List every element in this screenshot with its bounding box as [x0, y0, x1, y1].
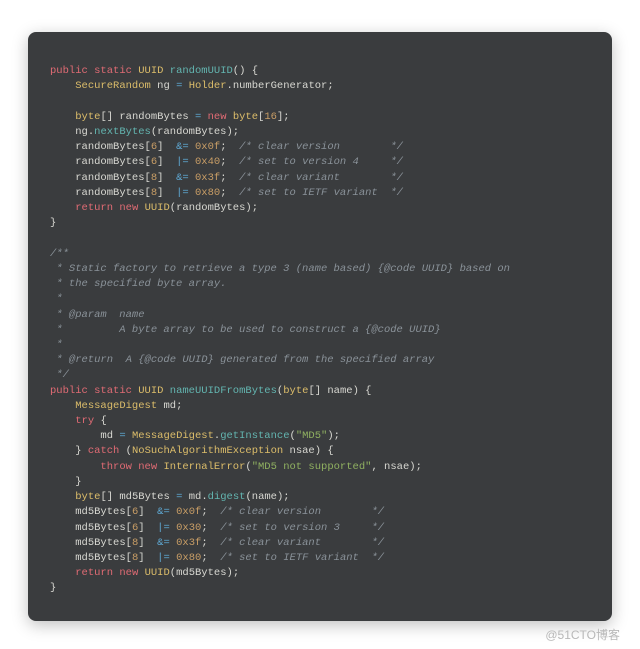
comment: /** [50, 248, 69, 260]
type: byte [75, 491, 100, 503]
type: byte [233, 111, 258, 123]
comment: /* set to IETF variant */ [239, 187, 403, 199]
keyword: static [94, 65, 132, 77]
identifier: nsae [290, 445, 315, 457]
number: 0x40 [195, 156, 220, 168]
identifier: randomBytes [75, 141, 144, 153]
comment: /* set to version 3 */ [220, 522, 384, 534]
identifier: randomBytes [75, 156, 144, 168]
number: 0x80 [195, 187, 220, 199]
identifier: md [189, 491, 202, 503]
code-panel: public static UUID randomUUID() { Secure… [28, 32, 612, 621]
type: UUID [138, 385, 163, 397]
identifier: md5Bytes [75, 552, 125, 564]
method-name: randomUUID [170, 65, 233, 77]
comment: * @return A {@code UUID} generated from … [50, 354, 434, 366]
type: InternalError [163, 461, 245, 473]
comment: /* clear variant */ [220, 537, 384, 549]
comment: /* clear version */ [220, 506, 384, 518]
type: NoSuchAlgorithmException [132, 445, 283, 457]
code-block: public static UUID randomUUID() { Secure… [50, 64, 590, 597]
type: SecureRandom [75, 80, 151, 92]
comment: * [50, 339, 63, 351]
identifier: ng [157, 80, 170, 92]
comment: /* clear variant */ [239, 172, 403, 184]
keyword: new [119, 202, 138, 214]
keyword: try [75, 415, 94, 427]
keyword: return [75, 202, 113, 214]
number: 0x30 [176, 522, 201, 534]
identifier: md5Bytes [176, 567, 226, 579]
comment: * @param name [50, 309, 145, 321]
comment: /* clear version */ [239, 141, 403, 153]
comment: * A byte array to be used to construct a… [50, 324, 441, 336]
comment: /* set to version 4 */ [239, 156, 403, 168]
identifier: randomBytes [75, 187, 144, 199]
number: 0x0f [176, 506, 201, 518]
comment: * [50, 293, 63, 305]
operator: &= [157, 506, 170, 518]
number: 0x3f [195, 172, 220, 184]
method-call: nextBytes [94, 126, 151, 138]
keyword: new [119, 567, 138, 579]
identifier: md5Bytes [75, 506, 125, 518]
method-call: digest [208, 491, 246, 503]
keyword: public [50, 65, 88, 77]
keyword: catch [88, 445, 120, 457]
type: UUID [138, 65, 163, 77]
keyword: public [50, 385, 88, 397]
comment: */ [50, 369, 69, 381]
operator: |= [176, 156, 189, 168]
type: UUID [145, 567, 170, 579]
type: byte [75, 111, 100, 123]
identifier: randomBytes [75, 172, 144, 184]
keyword: throw [100, 461, 132, 473]
keyword: new [208, 111, 227, 123]
comment: * Static factory to retrieve a type 3 (n… [50, 263, 510, 275]
number: 0x0f [195, 141, 220, 153]
operator: &= [176, 141, 189, 153]
identifier: nsae [384, 461, 409, 473]
identifier: md [163, 400, 176, 412]
method-call: getInstance [220, 430, 289, 442]
keyword: new [138, 461, 157, 473]
identifier: name [327, 385, 352, 397]
identifier: md5Bytes [119, 491, 169, 503]
identifier: md [100, 430, 113, 442]
identifier: numberGenerator [233, 80, 328, 92]
number: 16 [264, 111, 277, 123]
comment: * the specified byte array. [50, 278, 226, 290]
operator: |= [157, 522, 170, 534]
type: MessageDigest [132, 430, 214, 442]
identifier: name [252, 491, 277, 503]
identifier: md5Bytes [75, 537, 125, 549]
method-name: nameUUIDFromBytes [170, 385, 277, 397]
watermark-label: @51CTO博客 [545, 626, 620, 643]
operator: &= [176, 172, 189, 184]
keyword: return [75, 567, 113, 579]
operator: |= [157, 552, 170, 564]
identifier: md5Bytes [75, 522, 125, 534]
comment: /* set to IETF variant */ [220, 552, 384, 564]
identifier: randomBytes [119, 111, 188, 123]
identifier: randomBytes [157, 126, 226, 138]
keyword: static [94, 385, 132, 397]
string: "MD5" [296, 430, 328, 442]
operator: |= [176, 187, 189, 199]
number: 0x80 [176, 552, 201, 564]
type: Holder [189, 80, 227, 92]
operator: &= [157, 537, 170, 549]
type: MessageDigest [75, 400, 157, 412]
identifier: ng [75, 126, 88, 138]
number: 0x3f [176, 537, 201, 549]
type: UUID [145, 202, 170, 214]
string: "MD5 not supported" [252, 461, 372, 473]
type: byte [283, 385, 308, 397]
identifier: randomBytes [176, 202, 245, 214]
